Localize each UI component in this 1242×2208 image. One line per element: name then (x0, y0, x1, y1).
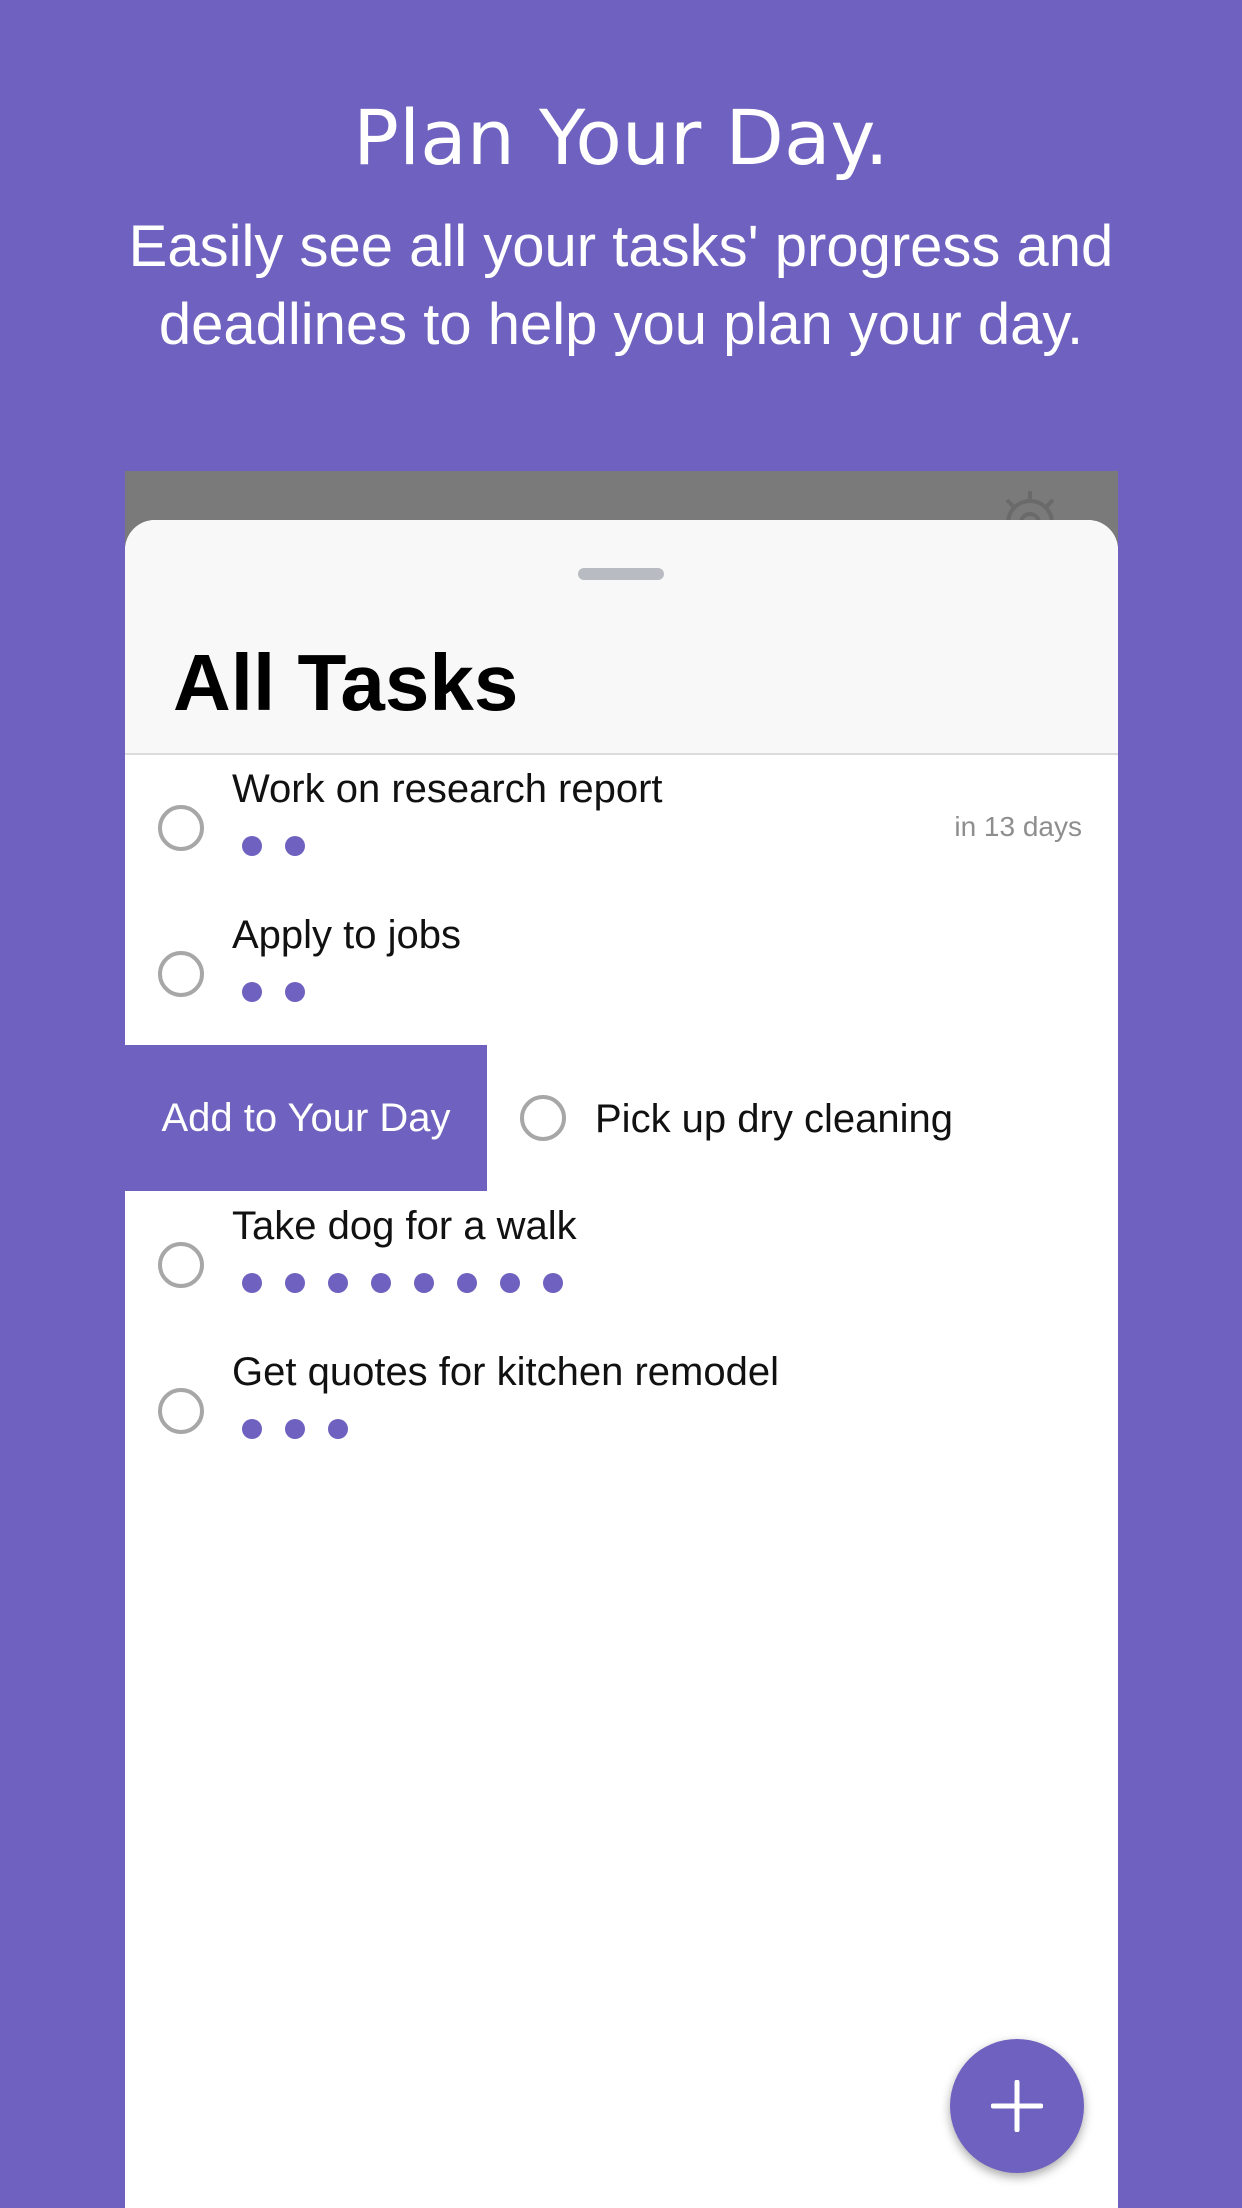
circle-outline-icon[interactable] (158, 805, 204, 851)
progress-dot (285, 1419, 305, 1439)
progress-dot (328, 1273, 348, 1293)
task-row-swiped[interactable]: Add to Your Day Pick up dry cleaning (125, 1045, 1118, 1191)
circle-outline-icon[interactable] (158, 1242, 204, 1288)
task-row[interactable]: Take dog for a walk (125, 1192, 1118, 1338)
add-task-button[interactable] (950, 2039, 1084, 2173)
progress-dot (328, 1419, 348, 1439)
progress-dot (500, 1273, 520, 1293)
progress-dot (242, 1273, 262, 1293)
sheet-title: All Tasks (173, 638, 519, 727)
task-row[interactable]: Work on research report in 13 days (125, 755, 1118, 901)
task-title: Apply to jobs (232, 913, 462, 957)
task-title: Pick up dry cleaning (595, 1097, 953, 1141)
sheet-grabber[interactable] (578, 568, 664, 580)
hero-subtitle: Easily see all your tasks' progress and … (60, 208, 1182, 364)
task-due-date: in 13 days (954, 811, 1082, 842)
add-to-your-day-button[interactable]: Add to Your Day (125, 1045, 487, 1191)
hero-subtitle-line-2: deadlines to help you plan your day. (158, 292, 1084, 357)
plus-icon (991, 2080, 1043, 2132)
circle-outline-icon[interactable] (158, 951, 204, 997)
task-title: Get quotes for kitchen remodel (232, 1350, 779, 1394)
task-row[interactable]: Get quotes for kitchen remodel (125, 1338, 1118, 1484)
progress-dot (457, 1273, 477, 1293)
sheet-header: All Tasks (125, 520, 1118, 755)
circle-outline-icon[interactable] (520, 1095, 566, 1141)
circle-outline-icon[interactable] (158, 1388, 204, 1434)
progress-dot (285, 1273, 305, 1293)
progress-dot (242, 1419, 262, 1439)
progress-dot (285, 982, 305, 1002)
hero-subtitle-line-1: Easily see all your tasks' progress and (128, 214, 1114, 279)
progress-dot (371, 1273, 391, 1293)
progress-dot (285, 836, 305, 856)
all-tasks-sheet: All Tasks Work on research report in 13 … (125, 520, 1118, 2208)
task-row[interactable]: Apply to jobs (125, 901, 1118, 1047)
progress-dot (414, 1273, 434, 1293)
progress-dot (543, 1273, 563, 1293)
progress-dot (242, 836, 262, 856)
task-title: Work on research report (232, 767, 663, 811)
task-title: Take dog for a walk (232, 1204, 577, 1248)
progress-dot (242, 982, 262, 1002)
hero-title: Plan Your Day. (353, 93, 889, 182)
